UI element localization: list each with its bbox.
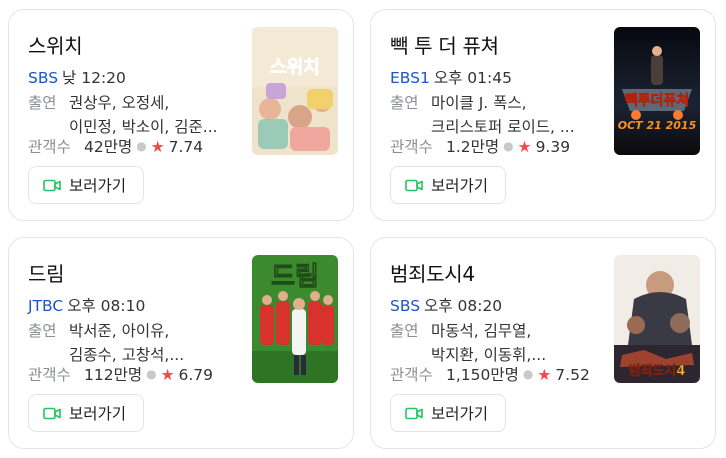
poster-title: 빽투더퓨쳐	[625, 93, 689, 109]
broadcast-info: SBS 낮 12:20	[28, 66, 126, 88]
movie-poster[interactable]: 빽투더퓨쳐 OCT 21 2015	[614, 27, 700, 155]
audience-count: 112만명	[84, 366, 143, 384]
video-camera-icon	[405, 407, 423, 419]
movie-title[interactable]: 스위치	[28, 30, 83, 59]
tv-movie-card-2[interactable]: 빽 투 더 퓨쳐 EBS1 오후 01:45 출연 마이클 J. 폭스, 크리스토…	[370, 9, 716, 221]
poster-title: 드림	[271, 262, 319, 292]
watch-button-label: 보러가기	[69, 177, 127, 195]
cast-label: 출연	[390, 322, 419, 340]
audience-info: 관객수 42만명 ● ★ 7.74	[28, 135, 203, 157]
separator-dot: ●	[503, 139, 514, 153]
watch-button[interactable]: 보러가기	[28, 394, 144, 432]
star-icon: ★	[517, 138, 532, 156]
rating-value: 6.79	[178, 366, 214, 384]
channel-name[interactable]: SBS	[390, 297, 420, 315]
cast-names-line-1: 권상우, 오정세,	[69, 94, 170, 112]
star-icon: ★	[537, 366, 552, 384]
star-icon: ★	[150, 138, 165, 156]
cast-info: 출연 권상우, 오정세, 이민정, 박소이, 김준...	[28, 91, 241, 139]
cast-names-line-1: 마동석, 김무열,	[431, 322, 532, 340]
cast-names-line-1: 박서준, 아이유,	[69, 322, 170, 340]
broadcast-time: 오후 08:10	[67, 297, 146, 315]
watch-button-label: 보러가기	[431, 405, 489, 423]
watch-button-label: 보러가기	[69, 405, 127, 423]
poster-title: 스위치	[270, 57, 320, 78]
cast-label: 출연	[390, 94, 419, 112]
cast-label: 출연	[28, 322, 57, 340]
tv-movie-card-3[interactable]: 드림 JTBC 오후 08:10 출연 박서준, 아이유, 김종수, 고창석,..…	[8, 237, 354, 449]
broadcast-info: JTBC 오후 08:10	[28, 294, 145, 316]
broadcast-time: 낮 12:20	[62, 69, 126, 87]
audience-info: 관객수 1.2만명 ● ★ 9.39	[390, 135, 570, 157]
watch-button[interactable]: 보러가기	[390, 394, 506, 432]
separator-dot: ●	[136, 139, 147, 153]
rating-value: 7.52	[555, 366, 590, 384]
video-camera-icon	[405, 179, 423, 191]
cast-label: 출연	[28, 94, 57, 112]
watch-button-label: 보러가기	[431, 177, 489, 195]
audience-count: 1.2만명	[446, 138, 500, 156]
channel-name[interactable]: EBS1	[390, 69, 430, 87]
audience-info: 관객수 1,150만명 ● ★ 7.52	[390, 363, 590, 385]
video-camera-icon	[43, 407, 61, 419]
audience-info: 관객수 112만명 ● ★ 6.79	[28, 363, 213, 385]
broadcast-time: 오후 08:20	[424, 297, 503, 315]
separator-dot: ●	[146, 367, 157, 381]
cast-info: 출연 마이클 J. 폭스, 크리스토퍼 로이드, ...	[390, 91, 603, 139]
movie-title[interactable]: 빽 투 더 퓨쳐	[390, 30, 499, 59]
audience-count: 1,150만명	[446, 366, 519, 384]
tv-movie-card-1[interactable]: 스위치 SBS 낮 12:20 출연 권상우, 오정세, 이민정, 박소이, 김준…	[8, 9, 354, 221]
video-camera-icon	[43, 179, 61, 191]
broadcast-time: 오후 01:45	[433, 69, 512, 87]
rating-value: 7.74	[168, 138, 204, 156]
poster-title: 범죄도시4	[629, 363, 686, 379]
movie-poster[interactable]: 범죄도시4	[614, 255, 700, 383]
movie-poster[interactable]: 스위치	[252, 27, 338, 155]
star-icon: ★	[160, 366, 175, 384]
movie-poster[interactable]: 드림	[252, 255, 338, 383]
broadcast-info: EBS1 오후 01:45	[390, 66, 512, 88]
rating-value: 9.39	[535, 138, 571, 156]
watch-button[interactable]: 보러가기	[390, 166, 506, 204]
svg-text:OCT 21 2015: OCT 21 2015	[618, 119, 697, 132]
audience-count: 42만명	[84, 138, 133, 156]
broadcast-info: SBS 오후 08:20	[390, 294, 502, 316]
separator-dot: ●	[522, 367, 534, 381]
channel-name[interactable]: SBS	[28, 69, 58, 87]
movie-title[interactable]: 드림	[28, 258, 65, 287]
audience-label: 관객수	[390, 138, 433, 156]
audience-label: 관객수	[28, 366, 71, 384]
audience-label: 관객수	[28, 138, 71, 156]
cast-names-line-1: 마이클 J. 폭스,	[431, 94, 527, 112]
watch-button[interactable]: 보러가기	[28, 166, 144, 204]
cast-info: 출연 마동석, 김무열, 박지환, 이동휘,...	[390, 319, 603, 367]
movie-title[interactable]: 범죄도시4	[390, 258, 475, 287]
audience-label: 관객수	[390, 366, 433, 384]
tv-movie-card-4[interactable]: 범죄도시4 SBS 오후 08:20 출연 마동석, 김무열, 박지환, 이동휘,…	[370, 237, 716, 449]
cast-info: 출연 박서준, 아이유, 김종수, 고창석,...	[28, 319, 241, 367]
channel-name[interactable]: JTBC	[28, 297, 63, 315]
